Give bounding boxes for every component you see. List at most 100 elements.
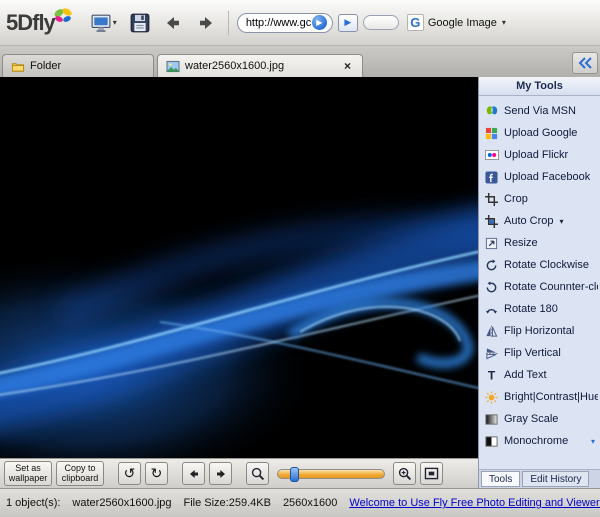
zoom-button[interactable] — [393, 462, 416, 485]
back-arrow-icon — [163, 14, 183, 32]
top-toolbar: 5Dfly ▾ — [0, 0, 600, 46]
url-go-icon[interactable]: ▶ — [312, 15, 327, 30]
flickr-icon — [484, 148, 499, 163]
tool-label: Gray Scale — [504, 413, 558, 425]
tool-crop[interactable]: Crop — [484, 188, 598, 210]
image-column: Set as wallpaper Copy to clipboard ↺ ↻ — [0, 77, 478, 488]
forward-button[interactable] — [192, 11, 220, 35]
bottom-toolbar: Set as wallpaper Copy to clipboard ↺ ↻ — [0, 458, 478, 488]
fit-screen-button[interactable] — [420, 462, 443, 485]
tool-flip-horizontal[interactable]: Flip Horizontal — [484, 320, 598, 342]
sidebar-tab-edit-history[interactable]: Edit History — [522, 471, 589, 487]
tool-upload-facebook[interactable]: Upload Facebook — [484, 166, 598, 188]
magnifier-icon — [251, 467, 265, 481]
next-image-button[interactable] — [209, 462, 232, 485]
app-logo: 5Dfly — [6, 10, 73, 36]
brightness-icon — [484, 390, 499, 405]
tool-bright-contrast-hue[interactable]: Bright|Contrast|Hue — [484, 386, 598, 408]
tool-rotate-counterclockwise[interactable]: Rotate Counnter-clo — [484, 276, 598, 298]
image-icon — [166, 60, 180, 73]
tool-upload-google[interactable]: Upload Google — [484, 122, 598, 144]
tool-label: Upload Google — [504, 127, 577, 139]
tool-auto-crop[interactable]: Auto Crop ▾ — [484, 210, 598, 232]
double-chevron-left-icon — [577, 57, 593, 69]
zoom-slider-handle[interactable] — [290, 467, 299, 482]
google-upload-icon — [484, 126, 499, 141]
url-input[interactable] — [246, 17, 312, 29]
sidebar-title: My Tools — [479, 77, 600, 96]
tab-image[interactable]: water2560x1600.jpg × — [157, 54, 363, 77]
status-dimensions: 2560x1600 — [283, 497, 337, 509]
tool-label: Resize — [504, 237, 538, 249]
crop-icon — [484, 192, 499, 207]
tab-close-icon[interactable]: × — [341, 60, 354, 72]
google-logo-icon: G — [407, 14, 424, 31]
tool-rotate-180[interactable]: Rotate 180 — [484, 298, 598, 320]
set-wallpaper-button[interactable]: Set as wallpaper — [4, 461, 52, 486]
facebook-icon — [484, 170, 499, 185]
tool-label: Rotate Clockwise — [504, 259, 589, 271]
display-mode-dropdown-icon[interactable]: ▾ — [113, 18, 117, 27]
rotate-cw-button[interactable]: ↻ — [145, 462, 168, 485]
google-dropdown-icon: ▾ — [502, 18, 506, 27]
sidebar-tab-tools[interactable]: Tools — [481, 471, 520, 487]
magnifier-plus-icon — [398, 467, 412, 481]
image-viewport[interactable] — [0, 77, 478, 458]
panel-toggle-button[interactable] — [572, 52, 598, 74]
status-object-count: 1 object(s): — [6, 497, 60, 509]
tool-label: Add Text — [504, 369, 547, 381]
wallpaper-image — [0, 77, 478, 458]
auto-crop-icon — [484, 214, 499, 229]
copy-clipboard-button[interactable]: Copy to clipboard — [56, 461, 104, 486]
tool-resize[interactable]: Resize — [484, 232, 598, 254]
google-image-label: Google Image — [428, 17, 497, 29]
tools-sidebar: My Tools Send Via MSN — [478, 77, 600, 488]
monochrome-dropdown-icon[interactable]: ▾ — [591, 437, 595, 446]
toolbar-separator — [228, 11, 229, 35]
fit-screen-icon — [424, 467, 439, 480]
google-image-dropdown[interactable]: G Google Image ▾ — [404, 12, 509, 33]
tool-flip-vertical[interactable]: Flip Vertical — [484, 342, 598, 364]
zoom-slider[interactable] — [277, 469, 385, 479]
tool-label: Flip Vertical — [504, 347, 561, 359]
tool-label: Upload Facebook — [504, 171, 590, 183]
tool-gray-scale[interactable]: Gray Scale — [484, 408, 598, 430]
url-box: ▶ — [237, 13, 333, 33]
save-button[interactable] — [126, 10, 154, 36]
tool-monochrome[interactable]: Monochrome ▾ — [484, 430, 598, 452]
tool-label: Monochrome — [504, 435, 568, 447]
tool-label: Send Via MSN — [504, 105, 576, 117]
tool-label: Crop — [504, 193, 528, 205]
tool-rotate-clockwise[interactable]: Rotate Clockwise — [484, 254, 598, 276]
display-mode-button[interactable]: ▾ — [86, 10, 121, 36]
previous-image-button[interactable] — [182, 462, 205, 485]
content-area: Set as wallpaper Copy to clipboard ↺ ↻ — [0, 77, 600, 488]
app-logo-text: 5Dfly — [6, 10, 55, 36]
tool-label: Auto Crop — [504, 215, 554, 227]
back-button[interactable] — [159, 11, 187, 35]
tool-send-via-msn[interactable]: Send Via MSN — [484, 100, 598, 122]
msn-icon — [484, 104, 499, 119]
tool-label: Rotate 180 — [504, 303, 558, 315]
tool-label: Bright|Contrast|Hue — [504, 391, 598, 403]
rotate-clockwise-icon — [484, 258, 499, 273]
status-welcome-link[interactable]: Welcome to Use Fly Free Photo Editing an… — [349, 497, 600, 509]
tool-upload-flickr[interactable]: Upload Flickr — [484, 144, 598, 166]
rotate-counterclockwise-icon — [484, 280, 499, 295]
tool-add-text[interactable]: T Add Text — [484, 364, 598, 386]
resize-icon — [484, 236, 499, 251]
folder-icon — [11, 60, 25, 73]
go-button[interactable]: ▶ — [338, 14, 358, 32]
app-window: 5Dfly ▾ — [0, 0, 600, 517]
tab-folder[interactable]: Folder — [2, 54, 154, 77]
auto-crop-dropdown-icon[interactable]: ▾ — [560, 217, 564, 226]
save-icon — [130, 13, 150, 33]
monitor-icon — [90, 13, 112, 33]
tab-bar: Folder water2560x1600.jpg × — [0, 46, 600, 77]
oval-button[interactable] — [363, 15, 399, 30]
rotate-ccw-button[interactable]: ↺ — [118, 462, 141, 485]
zoom-tool-button[interactable] — [246, 462, 269, 485]
forward-arrow-icon — [196, 14, 216, 32]
status-bar: 1 object(s): water2560x1600.jpg File Siz… — [0, 488, 600, 517]
tool-label: Rotate Counnter-clo — [504, 281, 598, 293]
